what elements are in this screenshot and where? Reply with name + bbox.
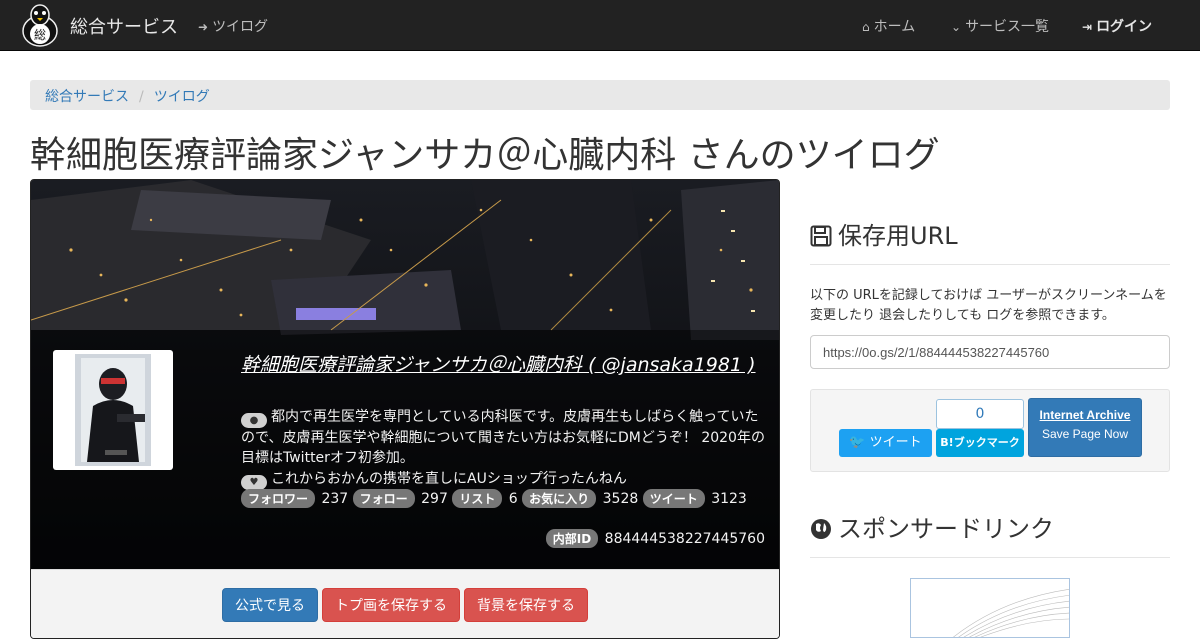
nav-twilog-label: ツイログ	[212, 19, 269, 35]
share-panel: 🐦 ツイート 0 B!ブックマーク Internet Archive Save …	[810, 389, 1170, 472]
lists-count: 6	[508, 491, 518, 507]
internet-archive-title: Internet Archive	[1039, 408, 1131, 422]
nav-services-label: サービス一覧	[965, 19, 1050, 35]
penguin-logo-icon[interactable]: 総	[20, 3, 60, 47]
profile-name-link[interactable]: 幹細胞医療評論家ジャンサカ＠心臓内科 ( @jansaka1981 )	[241, 352, 761, 378]
hatena-bookmark-count: 0	[936, 399, 1024, 429]
nav-services-link[interactable]: ⌄ サービス一覧	[951, 16, 1049, 36]
profile-stats: フォロワー 237 フォロー 297 リスト 6 お気に入り 3528 ツイート…	[241, 489, 765, 508]
breadcrumb-item-twilog[interactable]: ツイログ	[154, 89, 210, 105]
save-url-heading: 保存用URL	[810, 216, 958, 251]
sponsored-ad-frame[interactable]	[910, 578, 1070, 638]
ad-image	[953, 589, 1069, 637]
internet-archive-subtitle: Save Page Now	[1041, 427, 1129, 441]
lists-badge: リスト	[452, 489, 503, 508]
favorites-badge: お気に入り	[522, 489, 597, 508]
twitter-bird-icon: 🐦	[849, 435, 866, 450]
profile-card: 幹細胞医療評論家ジャンサカ＠心臓内科 ( @jansaka1981 ) ● 都内で…	[30, 179, 780, 639]
hatena-bookmark-button[interactable]: B!ブックマーク	[936, 429, 1024, 457]
globe-icon	[811, 519, 831, 539]
internal-id-badge: 内部ID	[545, 529, 599, 548]
avatar-image	[75, 354, 151, 466]
brand-logo-char: 総	[34, 28, 46, 42]
comment-icon: ●	[241, 413, 267, 428]
internet-archive-button[interactable]: Internet Archive Save Page Now	[1028, 398, 1142, 457]
sponsored-heading: スポンサードリンク	[810, 509, 1054, 544]
followers-count: 237	[321, 491, 349, 507]
chevron-circle-right-icon: ➜	[198, 20, 209, 34]
followers-badge: フォロワー	[241, 489, 316, 508]
profile-latest-tweet-text: これからおかんの携帯を直しにAUショップ行ったんねん	[271, 471, 627, 487]
internal-id: 内部ID 884444538227445760	[545, 529, 765, 548]
profile-bio-text: 都内で再生医学を専門としている内科医です。皮膚再生もしばらく触っていたので、皮膚…	[241, 409, 765, 466]
home-icon: ⌂	[862, 20, 870, 34]
tweet-share-label: ツイート	[869, 435, 922, 450]
save-background-button[interactable]: 背景を保存する	[464, 588, 588, 622]
sign-in-icon: ⇥	[1082, 20, 1093, 34]
sponsored-heading-text: スポンサードリンク	[838, 515, 1054, 543]
tweets-count: 3123	[711, 491, 747, 507]
divider	[810, 264, 1170, 265]
nav-twilog-link[interactable]: ➜ ツイログ	[198, 16, 268, 36]
profile-bio: ● 都内で再生医学を専門としている内科医です。皮膚再生もしばらく触っていたので、皮…	[241, 407, 765, 468]
view-official-button[interactable]: 公式で見る	[222, 588, 318, 622]
favorites-count: 3528	[602, 491, 639, 507]
breadcrumb-item-home[interactable]: 総合サービス	[45, 89, 129, 105]
save-avatar-button[interactable]: トプ画を保存する	[322, 588, 460, 622]
breadcrumb-separator: /	[139, 89, 144, 105]
following-count: 297	[421, 491, 448, 507]
twitter-icon: ♥	[241, 475, 267, 490]
nav-home-label: ホーム	[873, 19, 916, 35]
page-title: 幹細胞医療評論家ジャンサカ＠心臓内科 さんのツイログ	[30, 135, 940, 176]
breadcrumb: 総合サービス / ツイログ	[30, 80, 1170, 110]
tweets-badge: ツイート	[642, 489, 705, 508]
nav-home-link[interactable]: ⌂ ホーム	[862, 16, 915, 36]
nav-login-label: ログイン	[1096, 19, 1153, 35]
profile-latest-tweet: ♥ これからおかんの携帯を直しにAUショップ行ったんねん	[241, 468, 765, 490]
top-navbar: 総 総合サービス ➜ ツイログ ⌂ ホーム ⌄ サービス一覧 ⇥ ログイン	[0, 0, 1200, 51]
profile-actions: 公式で見る トプ画を保存する 背景を保存する	[31, 569, 779, 638]
save-url-heading-text: 保存用URL	[838, 222, 958, 250]
following-badge: フォロー	[352, 489, 415, 508]
nav-login-link[interactable]: ⇥ ログイン	[1082, 16, 1152, 36]
save-url-input[interactable]	[810, 335, 1170, 369]
tweet-share-button[interactable]: 🐦 ツイート	[839, 429, 932, 457]
divider	[810, 557, 1170, 558]
floppy-disk-icon	[810, 225, 832, 247]
brand-link[interactable]: 総合サービス	[70, 13, 178, 39]
save-url-description: 以下の URLを記録しておけば ユーザーがスクリーンネームを変更したり 退会した…	[810, 288, 1167, 323]
profile-avatar[interactable]	[53, 350, 173, 470]
internal-id-value: 884444538227445760	[604, 531, 765, 547]
chevron-down-icon: ⌄	[951, 20, 962, 34]
